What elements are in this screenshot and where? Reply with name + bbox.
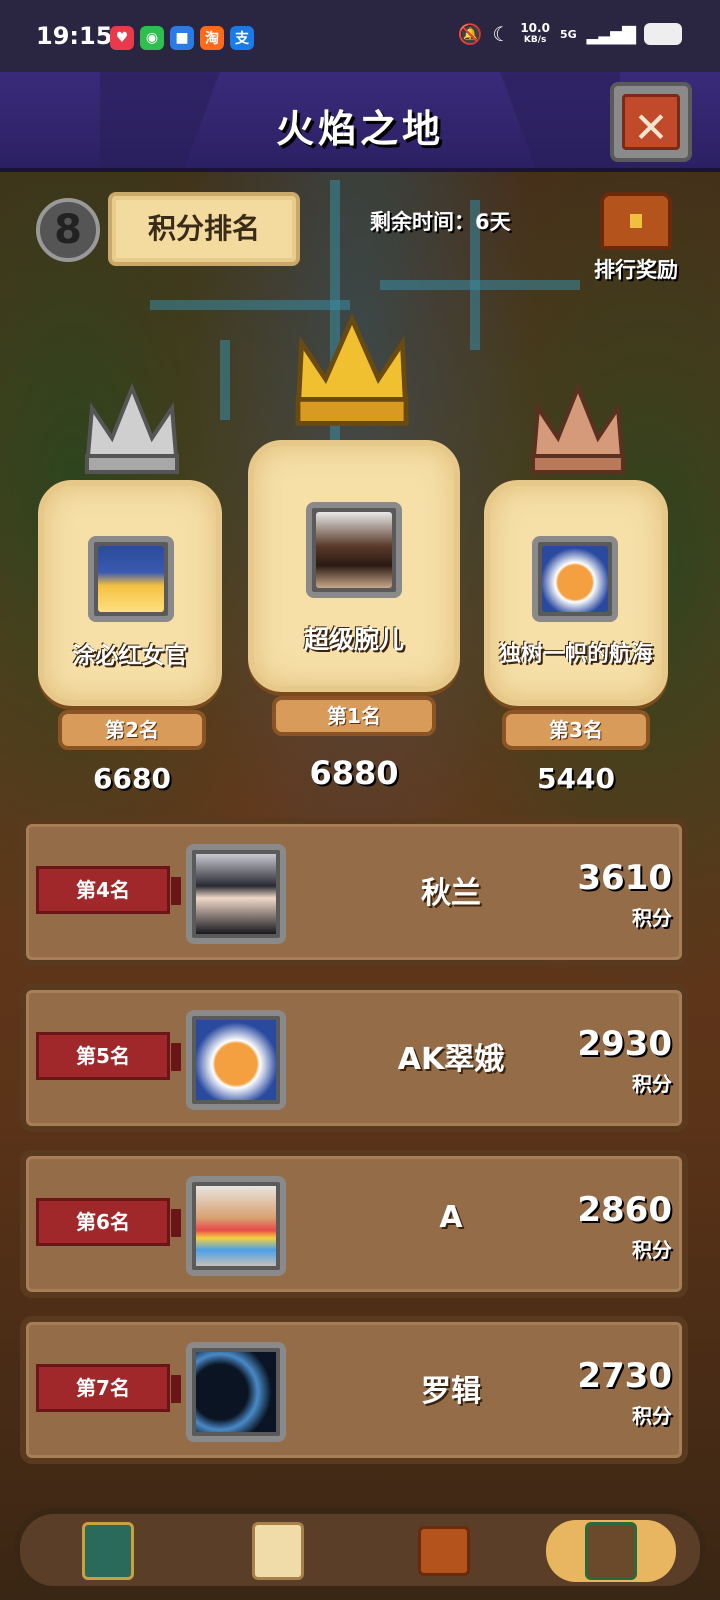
ranking-row[interactable]: 第6名 A 2860 积分 [20,1150,688,1298]
rank-ribbon: 第4名 [36,866,181,914]
wechat-icon: ◉ [140,26,164,50]
avatar [532,536,618,622]
avatar [186,844,286,944]
score-unit: 积分 [632,1238,672,1262]
rank-tag: 第2名 [58,710,206,750]
signal-icon: ▂▃▅▇ [586,23,636,45]
avatar [306,502,402,598]
moon-icon: ☾ [492,22,511,46]
rank-tag: 第1名 [272,696,436,736]
treasure-chest-icon [600,192,672,250]
bottom-navigation [14,1508,706,1592]
score-unit: 积分 [632,1404,672,1428]
ranking-row[interactable]: 第4名 秋兰 3610 积分 [20,818,688,966]
mute-icon: 🔕 [457,22,483,46]
player-name: 秋兰 [421,876,481,911]
close-button[interactable]: ✕ [610,82,692,162]
battery-icon [644,23,682,45]
player-score: 2860 [577,1190,672,1230]
status-bar: 19:15 ♥ ◉ ■ 淘 支 🔕 ☾ 10.0 KB/s 5G ▂▃▅▇ [0,0,720,72]
ranking-reward-button[interactable]: 排行奖励 [586,188,686,288]
avatar [186,1342,286,1442]
rank-tag: 第3名 [502,710,650,750]
alipay-icon: 支 [230,26,254,50]
title-bar: 火焰之地 ✕ [0,72,720,172]
remaining-time: 剩余时间：6天 [370,210,511,234]
player-score: 2930 [577,1024,672,1064]
ranking-scroll-label: 积分排名 [108,192,300,266]
nav-ranking[interactable] [546,1520,676,1582]
player-name: 独树一帜的航海 [498,642,653,667]
status-time: 19:15 [36,22,113,50]
player-name: AK翠娥 [397,1042,505,1077]
notification-icons: ♥ ◉ ■ 淘 支 [110,26,254,50]
ranking-row[interactable]: 第7名 罗辑 2730 积分 [20,1316,688,1464]
player-name: 罗辑 [421,1374,481,1409]
taobao-icon: 淘 [200,26,224,50]
player-name: 涂必红女官 [72,643,188,669]
nav-cards[interactable] [76,1520,140,1582]
score-unit: 积分 [632,1072,672,1096]
player-name: 超级腕儿 [303,625,404,654]
gold-crown-icon [292,310,412,436]
rank-ribbon: 第6名 [36,1198,181,1246]
avatar [186,1010,286,1110]
close-icon: ✕ [622,94,680,152]
card-icon [82,1522,134,1580]
rank-ribbon: 第7名 [36,1364,181,1412]
player-score: 3610 [577,858,672,898]
score-unit: 积分 [632,906,672,930]
bronze-crown-icon [526,378,630,478]
rank-ribbon: 第5名 [36,1032,181,1080]
app-notification-icon: ■ [170,26,194,50]
player-score: 2730 [577,1356,672,1396]
network-speed: 10.0 KB/s [520,21,550,45]
app-notification-icon: ♥ [110,26,134,50]
player-score: 6880 [309,754,399,792]
treasure-chest-icon [418,1526,470,1576]
nav-chest[interactable] [412,1520,476,1582]
status-right: 🔕 ☾ 10.0 KB/s 5G ▂▃▅▇ [457,22,682,46]
silver-crown-icon [80,378,184,478]
network-type: 5G [559,27,577,41]
ranking-board-icon [585,1522,637,1580]
ranking-row[interactable]: 第5名 AK翠娥 2930 积分 [20,984,688,1132]
player-score: 5440 [537,762,615,795]
task-scroll-icon [252,1522,304,1580]
nav-tasks[interactable] [246,1520,310,1582]
player-name: A [439,1200,463,1235]
avatar [186,1176,286,1276]
round-badge: 8 [36,198,100,262]
player-score: 6680 [93,762,171,795]
avatar [88,536,174,622]
